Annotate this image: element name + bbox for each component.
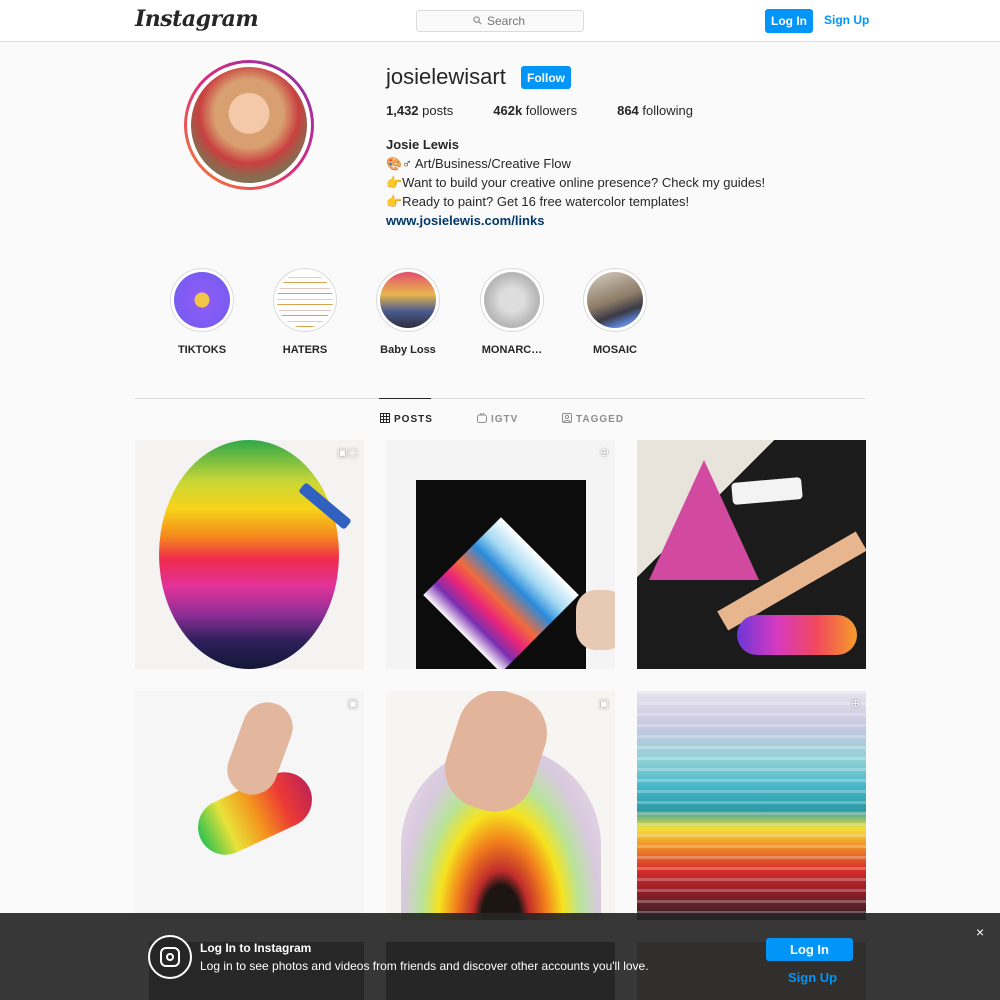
tab-tagged[interactable]: TAGGED xyxy=(562,413,624,426)
close-icon[interactable]: × xyxy=(976,924,984,940)
posts-stat: 1,432 posts xyxy=(386,103,453,118)
profile-fullname: Josie Lewis xyxy=(386,137,459,152)
posts-label: posts xyxy=(422,103,454,118)
followers-stat[interactable]: 462k followers xyxy=(493,103,577,118)
tabs-divider xyxy=(135,398,865,399)
instagram-glyph-icon xyxy=(148,935,192,979)
grid-icon xyxy=(380,413,390,426)
post-image xyxy=(649,460,759,580)
video-icon: ▣ xyxy=(598,698,609,710)
highlight-label: Baby Loss xyxy=(380,344,436,356)
post-image xyxy=(159,440,339,669)
bio-website-link[interactable]: www.josielewis.com/links xyxy=(386,211,765,230)
search-box[interactable] xyxy=(416,10,584,32)
search-icon xyxy=(473,14,482,28)
banner-subtitle: Log in to see photos and videos from fri… xyxy=(200,959,649,973)
tab-igtv[interactable]: IGTV xyxy=(477,412,519,426)
carousel-icon: ⊕ xyxy=(850,698,860,710)
instagram-logo[interactable]: Instagram xyxy=(135,6,259,32)
banner-title: Log In to Instagram xyxy=(200,941,312,955)
active-tab-indicator xyxy=(379,398,431,399)
highlight-cover xyxy=(587,272,643,328)
post-tile[interactable]: ⊕ xyxy=(637,691,866,920)
bio-line-3: 👉Ready to paint? Get 16 free watercolor … xyxy=(386,194,690,209)
follow-button[interactable]: Follow xyxy=(521,66,571,89)
highlight-cover xyxy=(277,272,333,328)
tab-igtv-label: IGTV xyxy=(491,414,519,425)
highlight-baby-loss[interactable]: Baby Loss xyxy=(368,268,448,356)
following-stat[interactable]: 864 following xyxy=(617,103,693,118)
highlight-label: MOSAIC xyxy=(593,344,637,356)
highlight-haters[interactable]: HATERS xyxy=(265,268,345,356)
post-tile[interactable]: ▣ xyxy=(135,691,364,920)
highlight-monarch[interactable]: MONARC… xyxy=(472,268,552,356)
bio-line-1: 🎨♂ Art/Business/Creative Flow xyxy=(386,156,571,171)
video-icon: ▣▢ xyxy=(337,447,358,459)
post-tile[interactable]: ▣▢ xyxy=(135,440,364,669)
igtv-icon xyxy=(477,412,487,426)
search-input[interactable] xyxy=(487,14,527,28)
banner-signup-link[interactable]: Sign Up xyxy=(788,970,837,985)
top-nav: Instagram Log In Sign Up xyxy=(0,0,1000,42)
bio-line-2: 👉Want to build your creative online pres… xyxy=(386,175,766,190)
highlight-label: TIKTOKS xyxy=(177,344,227,356)
profile-tabs: POSTS IGTV TAGGED xyxy=(0,412,1000,427)
profile-avatar[interactable] xyxy=(184,60,314,190)
highlight-tiktoks[interactable]: TIKTOKS xyxy=(162,268,242,356)
followers-label: followers xyxy=(525,103,578,118)
posts-count: 1,432 xyxy=(386,103,419,118)
highlight-mosaic[interactable]: MOSAIC xyxy=(575,268,655,356)
video-icon: ▣ xyxy=(347,698,358,710)
banner-login-button[interactable]: Log In xyxy=(766,938,853,961)
tab-posts-label: POSTS xyxy=(394,414,433,425)
tab-tagged-label: TAGGED xyxy=(576,414,625,425)
post-tile[interactable]: ⊕ xyxy=(386,440,615,669)
avatar-image xyxy=(191,67,307,183)
carousel-icon: ⊕ xyxy=(599,447,609,459)
highlight-cover xyxy=(380,272,436,328)
post-tile[interactable] xyxy=(637,440,866,669)
post-tile[interactable]: ▣ xyxy=(386,691,615,920)
tab-posts[interactable]: POSTS xyxy=(380,413,433,426)
followers-count: 462k xyxy=(493,103,523,118)
highlight-label: MONARC… xyxy=(481,344,543,356)
profile-username: josielewisart xyxy=(386,64,506,89)
tagged-icon xyxy=(562,413,572,426)
highlight-label: HATERS xyxy=(282,344,328,356)
signup-link[interactable]: Sign Up xyxy=(824,13,869,27)
login-button[interactable]: Log In xyxy=(765,9,813,33)
following-label: following xyxy=(642,103,694,118)
profile-bio: Josie Lewis 🎨♂ Art/Business/Creative Flo… xyxy=(386,135,765,230)
highlight-cover xyxy=(174,272,230,328)
following-count: 864 xyxy=(617,103,639,118)
highlight-cover xyxy=(484,272,540,328)
profile-stats: 1,432 posts 462k followers 864 following xyxy=(386,103,733,118)
